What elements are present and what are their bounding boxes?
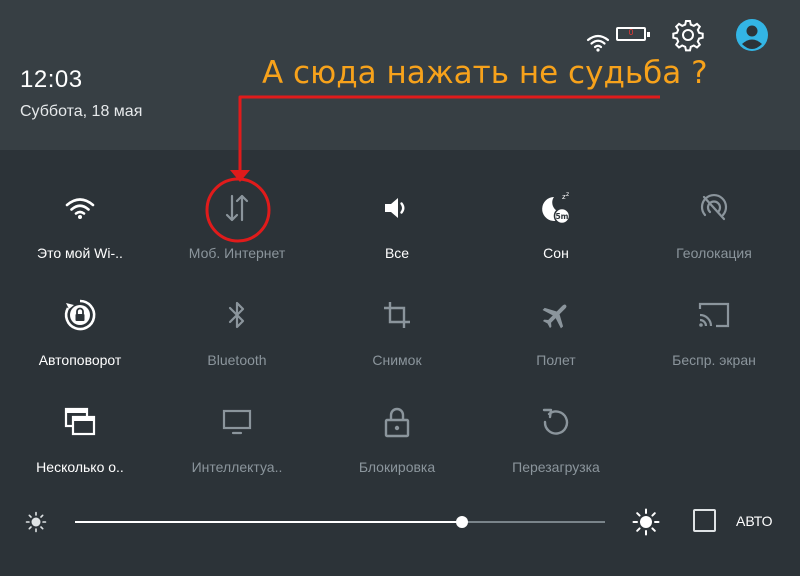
tile-volume[interactable]: Все bbox=[317, 150, 477, 261]
brightness-slider-fill bbox=[75, 521, 462, 523]
tile-mobile-data[interactable]: Моб. Интернет bbox=[157, 150, 317, 261]
tile-location[interactable]: Геолокация bbox=[634, 150, 794, 261]
wifi-icon bbox=[58, 190, 102, 226]
battery-level: 0 bbox=[628, 28, 634, 37]
brightness-slider[interactable] bbox=[75, 516, 605, 528]
quick-settings-grid: Это мой Wi-.. Моб. Интернет Все z z 5m С… bbox=[0, 150, 800, 480]
tile-restart[interactable]: Перезагрузка bbox=[476, 364, 636, 475]
tile-sleep[interactable]: z z 5m Сон bbox=[476, 150, 636, 261]
crop-icon bbox=[375, 297, 419, 333]
tile-auto-rotate[interactable]: Автоповорот bbox=[0, 257, 160, 368]
tile-smart-display-label: Интеллектуа.. bbox=[191, 459, 283, 475]
restart-icon bbox=[534, 404, 578, 440]
location-off-icon bbox=[692, 190, 736, 226]
brightness-high-icon bbox=[632, 508, 660, 536]
monitor-icon bbox=[215, 404, 259, 440]
lock-icon bbox=[375, 404, 419, 440]
tile-airplane[interactable]: Полет bbox=[476, 257, 636, 368]
tile-lock[interactable]: Блокировка bbox=[317, 364, 477, 475]
tile-wifi[interactable]: Это мой Wi-.. bbox=[0, 150, 160, 261]
tile-cast[interactable]: Беспр. экран bbox=[634, 257, 794, 368]
sleep-icon: z z 5m bbox=[534, 190, 578, 226]
gear-icon[interactable] bbox=[671, 18, 705, 52]
annotation-text: А сюда нажать не судьба ? bbox=[262, 55, 708, 91]
tile-multiwindow[interactable]: Несколько о.. bbox=[0, 364, 160, 475]
brightness-slider-thumb[interactable] bbox=[455, 516, 468, 528]
cast-icon bbox=[692, 297, 736, 333]
account-icon[interactable] bbox=[735, 18, 769, 52]
auto-rotate-icon bbox=[58, 297, 102, 333]
tile-bluetooth[interactable]: Bluetooth bbox=[157, 257, 317, 368]
multiwindow-icon bbox=[58, 404, 102, 440]
tile-smart-display[interactable]: Интеллектуа.. bbox=[157, 364, 317, 475]
tile-restart-label: Перезагрузка bbox=[512, 459, 600, 475]
volume-icon bbox=[375, 190, 419, 226]
battery-icon: 0 bbox=[616, 27, 650, 41]
tile-multiwindow-label: Несколько о.. bbox=[36, 459, 124, 475]
svg-text:z: z bbox=[566, 191, 569, 198]
mobile-data-icon bbox=[215, 190, 259, 226]
auto-brightness-label: АВТО bbox=[736, 513, 773, 529]
airplane-icon bbox=[534, 297, 578, 333]
brightness-low-icon bbox=[25, 511, 47, 533]
tile-screenshot[interactable]: Снимок bbox=[317, 257, 477, 368]
auto-brightness-checkbox[interactable] bbox=[693, 509, 716, 532]
tile-lock-label: Блокировка bbox=[358, 459, 436, 475]
svg-text:5m: 5m bbox=[555, 212, 568, 221]
tile-cast-label: Беспр. экран bbox=[672, 352, 756, 368]
clock: 12:03 bbox=[20, 66, 83, 93]
date: Суббота, 18 мая bbox=[20, 103, 143, 120]
bluetooth-icon bbox=[215, 297, 259, 333]
brightness-row: АВТО bbox=[0, 500, 800, 550]
